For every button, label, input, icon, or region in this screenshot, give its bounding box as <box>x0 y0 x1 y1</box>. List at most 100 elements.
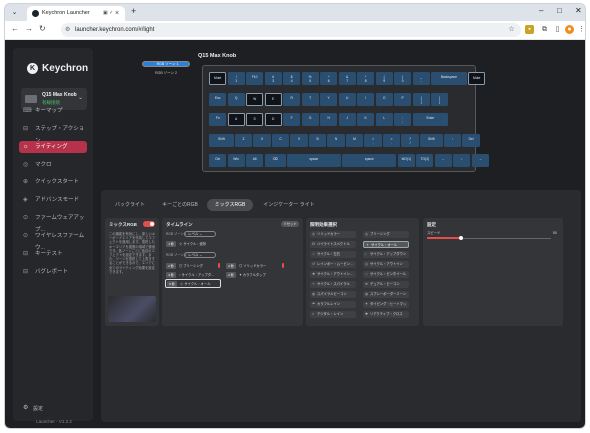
tab-mix-rgb[interactable]: ミックスRGB <box>207 199 253 211</box>
key[interactable]: U <box>338 92 356 106</box>
puzzle-icon[interactable]: ⧉ <box>540 25 549 34</box>
key[interactable]: ) 0 <box>394 72 412 85</box>
key[interactable]: R <box>283 92 301 106</box>
key[interactable]: Esc <box>209 92 227 106</box>
key[interactable]: → <box>471 154 489 167</box>
tab-backlight[interactable]: バックライト <box>107 199 153 211</box>
key[interactable]: F10 <box>246 72 264 85</box>
key[interactable]: ? / <box>401 133 419 147</box>
maximize-button[interactable]: □ <box>557 6 562 15</box>
key[interactable]: Enter <box>412 113 449 126</box>
layer-zone-1[interactable]: RGB ゾーン 1 <box>142 61 190 67</box>
key[interactable]: I <box>357 92 375 106</box>
effect-option[interactable]: ↺ レインボー・ムービン... <box>310 261 356 268</box>
key[interactable]: W <box>246 92 264 106</box>
key[interactable]: TG(2) <box>416 154 434 167</box>
sidebar-item[interactable]: ⊟ バグレポート <box>19 266 87 278</box>
sidebar-item[interactable]: ☼ ライティング <box>19 141 87 153</box>
key[interactable]: C <box>271 133 290 147</box>
key[interactable]: T <box>301 92 319 106</box>
key[interactable]: Ctrl <box>209 154 227 167</box>
minimize-button[interactable]: – <box>539 6 543 15</box>
key[interactable]: K <box>357 113 375 126</box>
key[interactable]: E <box>264 92 282 106</box>
effect-option[interactable]: ↕ サイクル・アップダウン <box>363 251 409 258</box>
zone2-mode-select[interactable]: レベル ⌄ <box>184 252 216 258</box>
effect-option[interactable]: ☂ カラフルレイン <box>310 301 356 308</box>
timeline-marker[interactable] <box>218 263 220 268</box>
key[interactable]: P <box>394 92 412 106</box>
key[interactable]: Win <box>227 154 245 167</box>
key[interactable]: # 3 <box>264 72 282 85</box>
sidebar-item[interactable]: ◎ マクロ <box>19 159 87 171</box>
timeline-marker[interactable] <box>282 263 284 268</box>
sidebar-item[interactable]: ⌨ キーマップ <box>19 105 87 117</box>
key[interactable]: F <box>283 113 301 126</box>
sidebar-item[interactable]: ⊙ ワイヤレスファームウ... <box>19 230 87 251</box>
key[interactable]: M <box>345 133 364 147</box>
close-tab-icon[interactable]: × <box>115 6 119 21</box>
effect-option[interactable]: ☆ サイクル・ピンホイール <box>363 271 409 278</box>
effect-option[interactable]: ⌗ デジタル・レイン <box>310 311 356 318</box>
timeline-effect[interactable]: ◎ ブリーシング <box>179 263 203 269</box>
back-icon[interactable]: ← <box>11 24 19 33</box>
key[interactable]: & 7 <box>338 72 356 85</box>
timeline-duration[interactable]: 2 秒 <box>166 263 176 269</box>
key[interactable]: S <box>246 113 264 126</box>
zone1-mode-select[interactable]: レベル ⌄ <box>184 231 216 237</box>
timeline-duration[interactable]: 1 秒 <box>166 241 176 247</box>
key[interactable]: N <box>327 133 345 147</box>
mix-rgb-toggle[interactable] <box>143 221 155 227</box>
effect-option[interactable]: ◎ ソリッドカラー <box>310 231 356 238</box>
forward-icon[interactable]: → <box>25 24 33 33</box>
key[interactable]: > . <box>382 133 401 147</box>
key[interactable]: Z <box>234 133 253 147</box>
effect-option[interactable]: ◎ サイクル・アウトイン <box>363 261 409 268</box>
effect-option[interactable]: ✦ サイクル・オール <box>363 241 409 248</box>
layer-zone-2[interactable]: RGB ゾーン 2 <box>142 70 190 77</box>
key[interactable]: Mute <box>468 72 486 85</box>
sidebar-item[interactable]: ⊕ クイックスタート <box>19 176 87 188</box>
sidebar-item[interactable]: ⊟ステップ・アクション <box>19 123 87 144</box>
timeline-duration[interactable]: 6 秒 <box>167 281 177 287</box>
settings-link[interactable]: ⚙ 設定 <box>23 405 43 412</box>
key[interactable]: ! 1 <box>227 72 245 85</box>
key[interactable]: : ; <box>394 113 412 126</box>
effect-option[interactable]: ◎ ブリーシング <box>363 231 409 238</box>
key[interactable]: A <box>227 113 245 126</box>
address-bar[interactable]: ⚙ launcher.keychron.com/#/light <box>61 23 521 37</box>
browser-tab[interactable]: Keychron Launcher ▣ ✓ × <box>27 6 125 21</box>
key[interactable]: Backspace <box>431 72 467 85</box>
key[interactable]: Mute <box>209 72 227 85</box>
key[interactable]: Q <box>227 92 245 106</box>
key[interactable]: $ 4 <box>283 72 301 85</box>
effect-option[interactable]: ✦タイピング・ヒートマップ <box>363 301 409 308</box>
timeline-effect[interactable]: ◎ ソリッドカラー <box>239 263 266 269</box>
key[interactable]: % 5 <box>301 72 319 85</box>
sidebar-item[interactable]: ⊟ キーテスト <box>19 248 87 260</box>
key[interactable]: G <box>301 113 319 126</box>
group-tab-icon[interactable]: ▣ ✓ <box>103 6 113 21</box>
key[interactable]: Alt <box>246 154 264 167</box>
key[interactable]: MO(1) <box>397 154 415 167</box>
key[interactable]: < , <box>364 133 382 147</box>
key[interactable]: O <box>375 92 393 106</box>
key[interactable]: Fn <box>209 113 227 126</box>
effect-option[interactable]: ≋ デュアル・ビーコン <box>363 281 409 288</box>
site-info-icon[interactable]: ⚙ <box>65 23 70 37</box>
key[interactable]: Shift <box>209 133 234 147</box>
effect-option[interactable]: ◍ スプレーボーダーミーン <box>363 291 409 298</box>
close-window-button[interactable]: ✕ <box>575 6 582 15</box>
key[interactable]: space <box>286 154 341 167</box>
key[interactable]: ↓ <box>453 154 471 167</box>
key[interactable]: ← <box>434 154 452 167</box>
key[interactable]: * 8 <box>357 72 375 85</box>
key[interactable]: ( 9 <box>375 72 393 85</box>
key[interactable]: ⌫ <box>264 154 286 167</box>
tab-per-key-rgb[interactable]: キーごとのRGB <box>157 199 203 211</box>
reload-icon[interactable]: ↻ <box>39 24 46 33</box>
sidebar-item[interactable]: ⊙ ファームウェアアップ... <box>19 212 87 233</box>
tab-indicator-light[interactable]: インジケーター ライト <box>257 199 321 211</box>
profile-avatar[interactable]: ● <box>565 25 574 34</box>
key[interactable]: { [ <box>412 92 430 106</box>
